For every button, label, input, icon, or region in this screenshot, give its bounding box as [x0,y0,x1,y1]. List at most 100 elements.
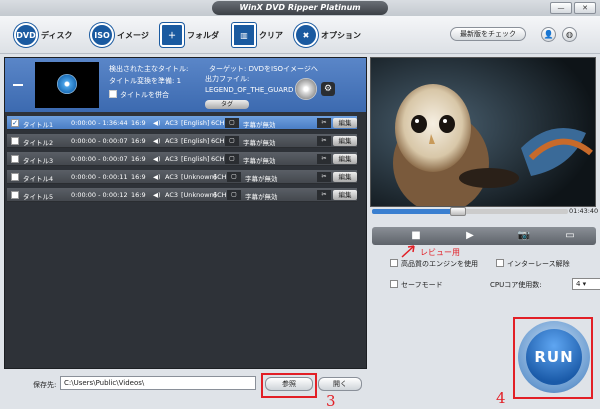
scissors-icon[interactable]: ✂ [317,172,331,182]
title-name: タイトル2 [23,139,54,147]
seek-bar[interactable] [372,207,568,216]
save-path-input[interactable]: C:\Users\Public\Videos\ [60,376,256,390]
edit-button[interactable]: 編集 [333,172,357,182]
iso-image-icon: ISO [90,23,114,47]
title-checkbox[interactable] [11,155,19,163]
trash-icon: ▥ [232,23,256,47]
title-audio: AC3 [165,155,179,163]
title-checkbox[interactable]: ✓ [11,119,19,127]
title-channels: 6CH [211,119,225,127]
globe-icon[interactable]: ◍ [562,27,577,42]
title-subtitle: 字幕が無効 [243,121,276,129]
scissors-icon[interactable]: ✂ [317,118,331,128]
title-aspect: 16:9 [131,191,146,199]
merge-checkbox-box[interactable] [109,90,117,98]
open-folder-button[interactable]: 開く [318,377,362,391]
close-button[interactable]: ✕ [574,2,596,14]
preview-image [371,58,595,206]
minimize-button[interactable]: — [550,2,572,14]
scissors-icon[interactable]: ✂ [317,190,331,200]
title-row[interactable]: タイトル2 0:00:00 - 0:00:07 16:9 ◀) AC3 [Eng… [7,134,357,148]
edit-button[interactable]: 編集 [333,136,357,146]
deinterlace-checkbox[interactable]: インターレース解除 [496,259,570,269]
edit-button[interactable]: 編集 [333,118,357,128]
annotation-number-4: 4 [496,389,506,407]
title-checkbox[interactable] [11,191,19,199]
title-name: タイトル3 [23,157,54,165]
source-row[interactable]: 検出された主なタイトル: ターゲット: DVDをISOイメージへ タイトル変換を… [5,58,366,112]
edit-button[interactable]: 編集 [333,190,357,200]
subtitle-icon: ▢ [227,172,241,182]
title-aspect: 16:9 [131,119,146,127]
deinterlace-box[interactable] [496,259,504,267]
cpu-core-select[interactable]: 4 ▾ [572,278,600,290]
subtitle-icon: ▢ [225,118,239,128]
title-duration: 0:00:00 - 0:00:11 [71,173,128,181]
window-title: WinX DVD Ripper Platinum [212,1,388,15]
highlight-box-browse [261,373,317,398]
speaker-icon: ◀) [153,155,161,163]
title-duration: 0:00:00 - 0:00:07 [71,137,128,145]
speaker-icon: ◀) [153,173,161,181]
folder-button[interactable]: ＋ フォルダ [160,20,219,50]
title-row[interactable]: タイトル5 0:00:00 - 0:00:12 16:9 ◀) AC3 [Unk… [7,188,357,202]
title-language: [English] [181,119,210,127]
open-folder-icon[interactable]: ▭ [550,229,590,243]
title-checkbox[interactable] [11,137,19,145]
user-icon[interactable]: 👤 [541,27,556,42]
scissors-icon[interactable]: ✂ [317,154,331,164]
folder-add-icon: ＋ [160,23,184,47]
title-row[interactable]: ✓ タイトル1 0:00:00 - 1:36:44 16:9 ◀) AC3 [E… [7,116,357,130]
edit-button[interactable]: 編集 [333,154,357,164]
preview-annotation: レビュー用 [420,248,460,257]
title-bar: WinX DVD Ripper Platinum — ✕ [0,0,600,16]
disc-button-label: ディスク [41,30,73,40]
title-language: [Unknown] [181,173,217,181]
run-button[interactable]: RUN [526,329,582,385]
hq-engine-box[interactable] [390,259,398,267]
annotation-number-3: 3 [326,392,336,409]
title-name: タイトル5 [23,193,54,201]
merge-titles-checkbox[interactable]: タイトルを併合 [109,90,169,100]
title-checkbox[interactable] [11,173,19,181]
title-audio: AC3 [165,173,179,181]
main-title-label: 検出された主なタイトル: [109,65,189,73]
safe-mode-box[interactable] [390,280,398,288]
options-button[interactable]: ✖ オプション [294,20,361,50]
annotation-arrow [401,245,415,258]
title-subtitle: 字幕が無効 [245,175,278,183]
target-label: ターゲット: DVDをISOイメージへ [209,65,318,73]
seek-thumb[interactable] [450,207,466,216]
gear-icon[interactable]: ⚙ [321,82,335,96]
subtitle-icon: ▢ [227,190,241,200]
hq-engine-checkbox[interactable]: 高品質のエンジンを使用 [390,259,478,269]
safe-mode-checkbox[interactable]: セーフモード [390,280,443,290]
stop-icon[interactable]: ■ [396,229,436,243]
tag-button[interactable]: タグ [205,100,249,109]
play-icon[interactable]: ▶ [450,229,490,243]
speaker-icon: ◀) [153,137,161,145]
merge-titles-label: タイトルを併合 [120,91,169,99]
title-subtitle: 字幕が無効 [245,193,278,201]
title-audio: AC3 [165,137,179,145]
clear-button-label: クリア [259,30,283,40]
title-row[interactable]: タイトル3 0:00:00 - 0:00:07 16:9 ◀) AC3 [Eng… [7,152,357,166]
dvd-disc-icon: DVD [14,23,38,47]
title-name: タイトル1 [23,121,54,129]
title-audio: AC3 [165,119,179,127]
source-thumbnail [35,62,99,108]
scissors-icon[interactable]: ✂ [317,136,331,146]
title-subtitle: 字幕が無効 [243,157,276,165]
title-row[interactable]: タイトル4 0:00:00 - 0:00:11 16:9 ◀) AC3 [Unk… [7,170,357,184]
title-duration: 0:00:00 - 1:36:44 [71,119,128,127]
disc-button[interactable]: DVD ディスク [14,20,72,50]
title-duration: 0:00:00 - 0:00:12 [71,191,128,199]
collapse-icon[interactable] [13,84,23,86]
snapshot-icon[interactable]: 📷 [504,229,544,243]
deinterlace-label: インターレース解除 [507,260,570,268]
check-update-button[interactable]: 最新版をチェック [450,27,526,41]
image-button[interactable]: ISO イメージ [90,20,149,50]
app-window: WinX DVD Ripper Platinum — ✕ DVD ディスク IS… [0,0,600,409]
title-list-panel: 検出された主なタイトル: ターゲット: DVDをISOイメージへ タイトル変換を… [4,57,367,369]
clear-button[interactable]: ▥ クリア [232,20,283,50]
